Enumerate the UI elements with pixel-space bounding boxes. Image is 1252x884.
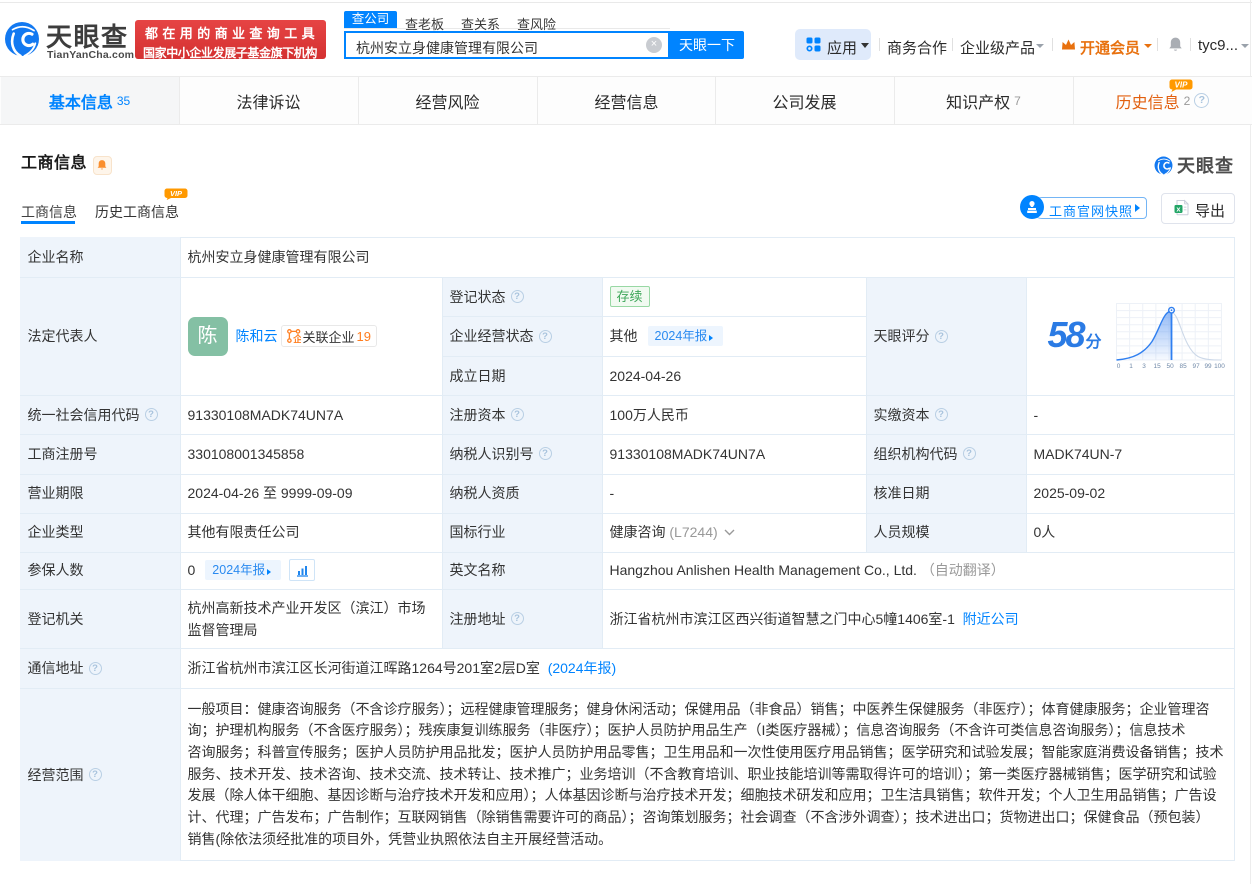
svg-text:VIP: VIP [170,189,183,198]
svg-text:企: 企 [292,333,301,343]
svg-text:97: 97 [1192,363,1200,369]
svg-text:50: 50 [1166,363,1174,369]
svg-text:0: 0 [1116,363,1120,369]
svg-text:99: 99 [1204,363,1212,369]
svg-text:1: 1 [1129,363,1133,369]
svg-text:85: 85 [1179,363,1187,369]
svg-text:100: 100 [1214,363,1225,369]
svg-text:3: 3 [1142,363,1146,369]
svg-text:VIP: VIP [1175,81,1189,90]
svg-text:15: 15 [1153,363,1161,369]
